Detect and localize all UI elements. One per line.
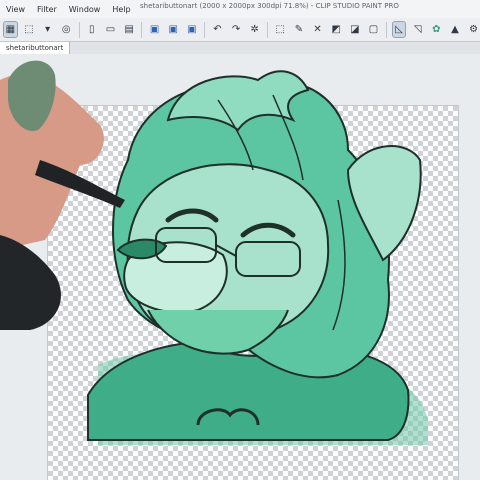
ruler-icon[interactable]: ◺	[391, 21, 407, 38]
export-icon[interactable]: ▣	[148, 22, 161, 37]
toolbar-divider	[385, 21, 387, 38]
hat-icon[interactable]: ▲	[449, 22, 462, 37]
fill-icon[interactable]: ◩	[330, 22, 343, 37]
select-icon[interactable]: ◪	[349, 22, 362, 37]
save-icon[interactable]: ▤	[123, 22, 136, 37]
menu-window[interactable]: Window	[63, 5, 107, 14]
new-file-icon[interactable]: ▯	[85, 22, 98, 37]
menu-view[interactable]: View	[0, 5, 31, 14]
deselect-icon[interactable]: ✕	[311, 22, 324, 37]
view-icon[interactable]: ◎	[60, 22, 73, 37]
open-file-icon[interactable]: ▭	[104, 22, 117, 37]
toolbar-divider	[204, 21, 206, 38]
share2-icon[interactable]: ▣	[186, 22, 199, 37]
layer-snap-icon[interactable]: ◹	[411, 22, 424, 37]
menu-help[interactable]: Help	[106, 5, 136, 14]
window-title: shetaributtonart (2000 x 2000px 300dpi 7…	[140, 2, 399, 10]
pen-icon[interactable]: ✎	[293, 22, 306, 37]
clear-icon[interactable]: ▢	[367, 22, 380, 37]
zoom-icon[interactable]: ⬚	[23, 22, 36, 37]
menu-filter[interactable]: Filter	[31, 5, 63, 14]
loading-icon[interactable]: ✲	[248, 22, 261, 37]
clip-studio-window: View Filter Window Help shetaributtonart…	[0, 0, 480, 480]
share-icon[interactable]: ▣	[167, 22, 180, 37]
menu-bar: View Filter Window Help shetaributtonart…	[0, 0, 480, 19]
hand-with-stylus	[0, 60, 125, 330]
options-icon[interactable]: ⚙	[467, 22, 480, 37]
paint-icon[interactable]: ✿	[430, 22, 443, 37]
transform-icon[interactable]: ⬚	[274, 22, 287, 37]
toolbar-divider	[141, 21, 143, 38]
command-bar: ▦ ⬚ ▾ ◎ ▯ ▭ ▤ ▣ ▣ ▣ ↶ ↷ ✲ ⬚ ✎ ✕ ◩ ◪ ▢ ◺ …	[0, 18, 480, 42]
redo-icon[interactable]: ↷	[230, 22, 243, 37]
toolbar-divider	[267, 21, 268, 38]
toolbar-divider	[78, 21, 80, 38]
dropdown-icon[interactable]: ▾	[41, 22, 54, 37]
undo-icon[interactable]: ↶	[211, 22, 224, 37]
grid-icon[interactable]: ▦	[3, 21, 18, 38]
